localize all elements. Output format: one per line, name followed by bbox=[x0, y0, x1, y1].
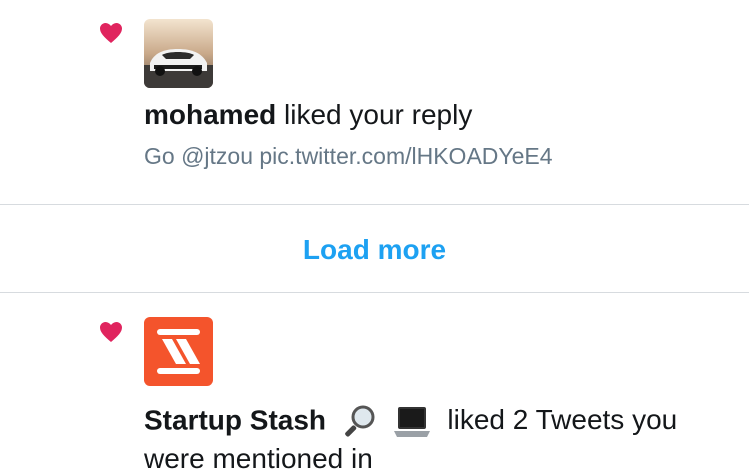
action-text: liked your reply bbox=[284, 99, 473, 130]
heart-icon bbox=[100, 322, 122, 342]
startup-stash-logo bbox=[144, 317, 213, 386]
action-text-continued: were mentioned in bbox=[144, 443, 373, 474]
user-avatar[interactable] bbox=[144, 19, 213, 88]
user-name[interactable]: mohamed bbox=[144, 99, 276, 130]
notification-title: Startup Stash liked 2 Tweets you bbox=[144, 403, 677, 441]
divider bbox=[0, 292, 749, 293]
tweet-text[interactable]: Go @jtzou pic.twitter.com/lHKOADYeE4 bbox=[144, 143, 553, 170]
laptop-icon bbox=[393, 407, 430, 437]
user-avatar[interactable] bbox=[144, 317, 213, 386]
magnifying-glass-icon bbox=[344, 405, 375, 437]
user-name[interactable]: Startup Stash bbox=[144, 404, 326, 435]
action-text: liked 2 Tweets you bbox=[447, 404, 678, 436]
notification-title: mohamed liked your reply bbox=[144, 98, 472, 132]
car-photo-avatar bbox=[144, 19, 213, 88]
heart-icon bbox=[100, 23, 122, 43]
divider bbox=[0, 204, 749, 205]
load-more-button[interactable]: Load more bbox=[0, 228, 749, 272]
